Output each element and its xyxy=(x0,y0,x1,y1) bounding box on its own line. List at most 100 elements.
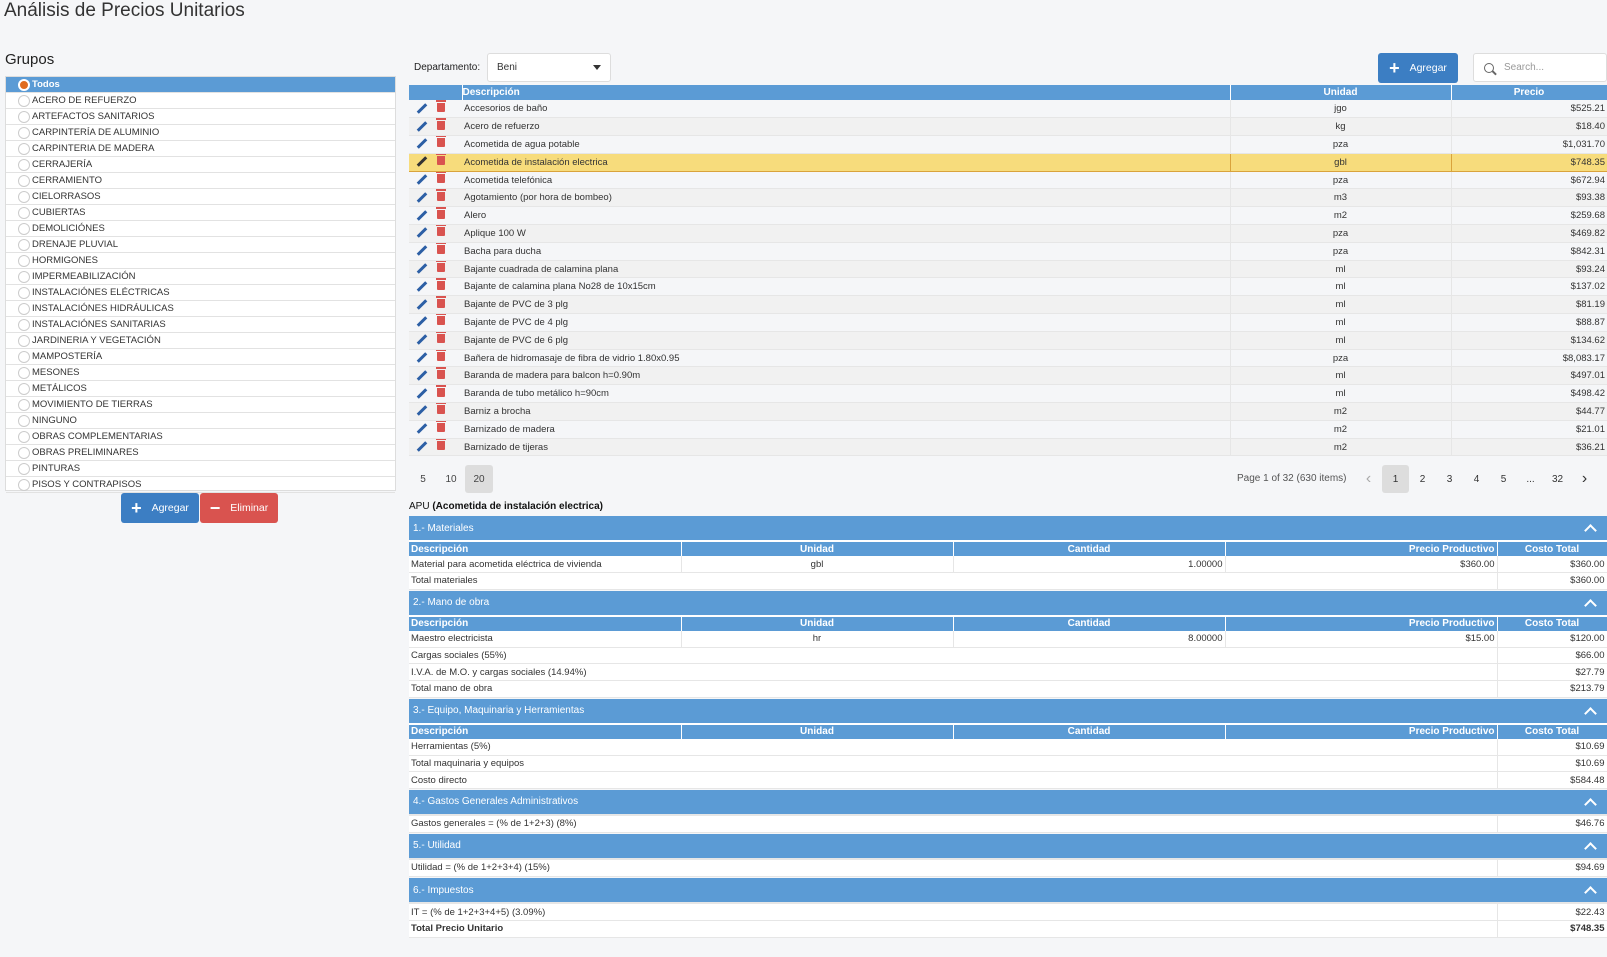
edit-icon[interactable] xyxy=(416,192,428,203)
radio-icon[interactable] xyxy=(18,94,30,107)
group-item[interactable]: MAMPOSTERÍA xyxy=(6,349,395,365)
chevron-up-icon[interactable] xyxy=(1584,886,1597,899)
delete-group-button[interactable]: − Eliminar xyxy=(200,493,278,523)
radio-icon[interactable] xyxy=(18,254,30,267)
group-item[interactable]: PINTURAS xyxy=(6,461,395,477)
delete-icon[interactable] xyxy=(436,277,446,290)
edit-icon[interactable] xyxy=(416,209,428,221)
radio-icon[interactable] xyxy=(18,462,30,475)
radio-icon[interactable] xyxy=(18,366,30,379)
apu-section-header[interactable]: 2.- Mano de obra xyxy=(409,590,1607,615)
group-item[interactable]: METÁLICOS xyxy=(6,381,395,397)
edit-icon[interactable] xyxy=(416,245,428,257)
group-item[interactable]: INSTALACIÓNES ELÉCTRICAS xyxy=(6,285,395,301)
table-row[interactable]: Accesorios de baño jgo $525.21 xyxy=(409,100,1607,119)
page-button[interactable]: 3 xyxy=(1436,465,1463,493)
page-button[interactable]: 1 xyxy=(1382,465,1409,493)
group-item[interactable]: ARTEFACTOS SANITARIOS xyxy=(6,109,395,125)
radio-icon[interactable] xyxy=(18,222,30,235)
delete-icon[interactable] xyxy=(436,260,446,273)
edit-icon[interactable] xyxy=(416,298,428,310)
edit-icon[interactable] xyxy=(416,120,428,132)
group-item[interactable]: JARDINERIA Y VEGETACIÓN xyxy=(6,333,395,349)
group-item[interactable]: CARPINTERIA DE MADERA xyxy=(6,141,395,157)
edit-icon[interactable] xyxy=(416,102,428,114)
page-size-option[interactable]: 5 xyxy=(409,465,437,493)
delete-icon[interactable] xyxy=(436,117,446,130)
add-item-button[interactable]: + Agregar xyxy=(1378,53,1458,83)
page-button[interactable]: 32 xyxy=(1544,465,1571,493)
edit-icon[interactable] xyxy=(416,370,428,381)
radio-icon[interactable] xyxy=(18,302,30,315)
edit-icon[interactable] xyxy=(416,405,428,417)
unit-header[interactable]: Unidad xyxy=(1230,85,1452,100)
group-item[interactable]: CERRAJERÍA xyxy=(6,157,395,173)
table-row[interactable]: Acometida de instalación electrica gbl $74… xyxy=(409,152,1607,172)
delete-icon[interactable] xyxy=(436,438,446,451)
delete-icon[interactable] xyxy=(436,188,446,201)
group-item[interactable]: OBRAS COMPLEMENTARIAS xyxy=(6,429,395,445)
table-row[interactable]: Bajante de calamina plana No28 de 10x15c… xyxy=(409,277,1607,297)
radio-icon[interactable] xyxy=(18,478,30,491)
radio-icon[interactable] xyxy=(18,350,30,363)
apu-section-header[interactable]: 3.- Equipo, Maquinaria y Herramientas xyxy=(409,698,1607,723)
group-item[interactable]: CIELORRASOS xyxy=(6,189,395,205)
group-item[interactable]: NINGUNO xyxy=(6,413,395,429)
edit-icon[interactable] xyxy=(416,156,428,168)
group-item[interactable]: DRENAJE PLUVIAL xyxy=(6,237,395,253)
group-item[interactable]: CUBIERTAS xyxy=(6,205,395,221)
table-row[interactable]: Aplique 100 Wpza $469.82 xyxy=(409,224,1607,243)
radio-icon[interactable] xyxy=(18,206,30,219)
table-row[interactable]: Alero m2 $259.68 xyxy=(409,206,1607,226)
group-item[interactable]: MOVIMIENTO DE TIERRAS xyxy=(6,397,395,413)
delete-icon[interactable] xyxy=(436,366,446,379)
department-select[interactable]: Beni xyxy=(487,53,611,82)
price-header[interactable]: Precio xyxy=(1451,85,1607,100)
edit-icon[interactable] xyxy=(416,441,428,452)
delete-icon[interactable] xyxy=(436,295,446,308)
radio-icon[interactable] xyxy=(18,334,30,347)
group-item[interactable]: IMPERMEABILIZACIÓN xyxy=(6,269,395,285)
radio-icon[interactable] xyxy=(18,446,30,459)
delete-icon[interactable] xyxy=(436,171,446,184)
group-item[interactable]: ACERO DE REFUERZO xyxy=(6,93,395,109)
delete-icon[interactable] xyxy=(436,100,446,112)
chevron-left-icon[interactable]: ‹ xyxy=(1355,465,1382,493)
table-row[interactable]: Bajante de PVC de 3 plg ml $81.19 xyxy=(409,295,1607,315)
chevron-up-icon[interactable] xyxy=(1584,598,1597,612)
edit-icon[interactable] xyxy=(416,263,428,274)
page-size-option[interactable]: 20 xyxy=(465,465,493,493)
apu-section-header[interactable]: 5.- Utilidad xyxy=(409,833,1607,858)
radio-icon[interactable] xyxy=(18,126,30,139)
table-row[interactable]: Bacha para ducha pza $842.31 xyxy=(409,242,1607,261)
group-item[interactable]: DEMOLICIÓNES xyxy=(6,221,395,237)
table-row[interactable]: Bañera de hidromasaje de fibra de vidrio… xyxy=(409,349,1607,368)
table-row[interactable]: Acometida telefónica pza $672.94 xyxy=(409,171,1607,190)
delete-icon[interactable] xyxy=(436,420,446,433)
delete-icon[interactable] xyxy=(436,224,446,237)
chevron-up-icon[interactable] xyxy=(1584,842,1597,855)
radio-icon[interactable] xyxy=(18,430,30,443)
chevron-right-icon[interactable]: › xyxy=(1571,465,1598,493)
radio-icon[interactable] xyxy=(18,414,30,427)
radio-icon[interactable] xyxy=(18,318,30,331)
table-row[interactable]: Bajante cuadrada de calamina plana ml $93.… xyxy=(409,260,1607,279)
delete-icon[interactable] xyxy=(436,242,446,255)
group-item[interactable]: CERRAMIENTO xyxy=(6,173,395,189)
radio-icon[interactable] xyxy=(18,382,30,395)
table-row[interactable]: Acometida de agua potable pza $1,031.70 xyxy=(409,135,1607,154)
page-button[interactable]: 4 xyxy=(1463,465,1490,493)
radio-icon[interactable] xyxy=(18,142,30,155)
edit-icon[interactable] xyxy=(416,227,428,239)
chevron-up-icon[interactable] xyxy=(1584,706,1597,720)
page-button[interactable]: 2 xyxy=(1409,465,1436,493)
table-row[interactable]: Agotamiento (por hora de bombeo) m3 $93.38 xyxy=(409,188,1607,208)
radio-icon[interactable] xyxy=(18,190,30,203)
page-size-option[interactable]: 10 xyxy=(437,465,465,493)
edit-icon[interactable] xyxy=(416,334,428,346)
group-item[interactable]: OBRAS PRELIMINARES xyxy=(6,445,395,461)
delete-icon[interactable] xyxy=(436,331,446,344)
group-item[interactable]: CARPINTERÍA DE ALUMINIO xyxy=(6,125,395,141)
chevron-up-icon[interactable] xyxy=(1584,797,1597,811)
edit-icon[interactable] xyxy=(416,316,428,328)
